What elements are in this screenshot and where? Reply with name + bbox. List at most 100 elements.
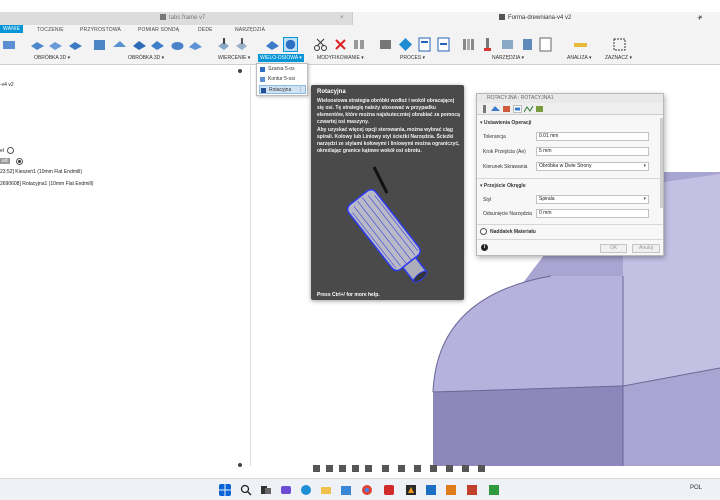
face-icon[interactable] xyxy=(30,37,45,52)
menu-item-rotary[interactable]: Rotacyjna ⋮ xyxy=(259,85,306,94)
group-drilling[interactable]: WIERCENIE ▾ xyxy=(218,55,250,61)
pin-icon[interactable] xyxy=(238,463,242,467)
multiaxis-icon[interactable] xyxy=(283,37,298,52)
grid-icon[interactable] xyxy=(398,465,405,472)
tab-narzedzia[interactable]: NARZĘDZIA xyxy=(235,27,265,33)
pin-icon[interactable] xyxy=(238,69,242,73)
template-icon[interactable] xyxy=(538,37,553,52)
search-icon[interactable] xyxy=(240,484,252,496)
cutting-direction-select[interactable]: Obróbka w Dwie Strony ▾ xyxy=(536,162,649,171)
machine-icon[interactable] xyxy=(500,37,515,52)
group-analysis[interactable]: ANALIZA ▾ xyxy=(567,55,591,61)
acrobat-icon[interactable] xyxy=(383,484,395,496)
tab-frezowanie[interactable]: WANIE xyxy=(0,25,24,33)
group-process[interactable]: PROCES ▾ xyxy=(400,55,425,61)
pocket-3d-icon[interactable] xyxy=(112,37,127,52)
tolerance-field[interactable]: 0.01 mm xyxy=(536,132,649,141)
browser-row[interactable]: el xyxy=(0,147,14,154)
visibility-radio[interactable] xyxy=(6,147,14,154)
tab-linking-icon[interactable] xyxy=(524,105,533,113)
stock-allowance-toggle[interactable]: Naddatek Materiału xyxy=(480,228,536,235)
active-radio[interactable] xyxy=(16,158,23,165)
effects-icon[interactable] xyxy=(478,465,485,472)
tab-geometry-icon[interactable] xyxy=(491,105,500,113)
delete-icon[interactable] xyxy=(333,37,348,52)
nc-program-icon[interactable] xyxy=(417,37,432,52)
tool-library-icon[interactable] xyxy=(461,37,476,52)
setup-sheet-icon[interactable] xyxy=(436,37,451,52)
tool-icon[interactable] xyxy=(480,37,495,52)
section-operation-settings[interactable]: ▾ Ustawienia Operacji xyxy=(480,120,531,126)
select-window-icon[interactable] xyxy=(612,37,627,52)
edge-icon[interactable] xyxy=(300,484,312,496)
cancel-button[interactable]: Anuluj xyxy=(632,244,660,253)
scissors-icon[interactable] xyxy=(313,37,328,52)
holder-icon[interactable] xyxy=(520,37,535,52)
menu-item-swarf[interactable]: Szarsa 5-os xyxy=(259,65,306,74)
chrome-icon[interactable] xyxy=(361,484,373,496)
scallop-icon[interactable] xyxy=(170,37,185,52)
adaptive-3d-icon[interactable] xyxy=(92,37,107,52)
operation-row-rotary[interactable]: 2690608] Rotacyjna1 (10mm Flat Endmill) xyxy=(0,181,93,187)
group-2d-milling[interactable]: OBRÓBKA 2D ▾ xyxy=(34,55,70,61)
display-settings-icon[interactable] xyxy=(382,465,389,472)
document-tab-tabs-frame[interactable]: tabs frame v7 × xyxy=(0,12,352,25)
adaptive-2d-icon[interactable] xyxy=(48,37,63,52)
viewports-icon[interactable] xyxy=(414,465,421,472)
new-tab-button[interactable]: + xyxy=(697,12,702,25)
style-select[interactable]: Spirala ▾ xyxy=(536,195,649,204)
more-options-icon[interactable]: ⋮ xyxy=(298,86,303,95)
parallel-icon[interactable] xyxy=(132,37,147,52)
zoom-icon[interactable] xyxy=(352,465,359,472)
environment-icon[interactable] xyxy=(462,465,469,472)
drill-icon[interactable] xyxy=(216,37,231,52)
pattern-icon[interactable] xyxy=(352,37,367,52)
tab-przyrostowa[interactable]: PRZYROSTOWA xyxy=(80,27,121,33)
fusion-icon[interactable] xyxy=(405,484,417,496)
checkbox-icon[interactable] xyxy=(480,228,487,235)
section-icon[interactable] xyxy=(446,465,453,472)
fit-icon[interactable] xyxy=(365,465,372,472)
post-process-icon[interactable] xyxy=(398,37,413,52)
camera-icon[interactable] xyxy=(430,465,437,472)
start-icon[interactable] xyxy=(219,484,231,496)
info-icon[interactable]: i xyxy=(481,244,488,251)
contour-icon[interactable] xyxy=(150,37,165,52)
tab-simulation-icon[interactable] xyxy=(535,105,544,113)
app-icon[interactable] xyxy=(445,484,457,496)
tab-heights-icon[interactable] xyxy=(502,105,511,113)
dialog-scrollbar[interactable] xyxy=(660,118,663,208)
tab-toczenie[interactable]: TOCZENIE xyxy=(37,27,64,33)
group-multiaxis[interactable]: WIELO-OSIOWA ▾ xyxy=(258,54,304,62)
app-icon[interactable] xyxy=(425,484,437,496)
document-tab-forma-drewniana[interactable]: Forma-drewniana-v4 v2 × xyxy=(352,12,720,25)
section-circular-pass[interactable]: ▾ Przejście Okręgle xyxy=(480,183,526,189)
setup-icon[interactable] xyxy=(2,37,17,52)
group-tools[interactable]: NARZĘDZIA ▾ xyxy=(492,55,524,61)
look-at-icon[interactable] xyxy=(326,465,333,472)
pan-icon[interactable] xyxy=(339,465,346,472)
store-icon[interactable] xyxy=(340,484,352,496)
app-icon[interactable] xyxy=(488,484,500,496)
simulate-icon[interactable] xyxy=(378,37,393,52)
tab-passes-icon[interactable] xyxy=(513,105,522,113)
chat-icon[interactable] xyxy=(280,484,292,496)
app-icon[interactable] xyxy=(466,484,478,496)
tab-tool-icon[interactable] xyxy=(480,105,489,113)
browser-row-selected[interactable]: ed xyxy=(0,158,10,164)
group-select[interactable]: ZAZNACZ ▾ xyxy=(605,55,632,61)
tab-pomiar-sonda[interactable]: POMIAR SONDĄ xyxy=(138,27,179,33)
operation-row-pocket[interactable]: 23:52] Kieszeń1 (10mm Flat Endmill) xyxy=(0,169,82,175)
language-indicator[interactable]: POL xyxy=(690,485,702,491)
pocket-2d-icon[interactable] xyxy=(68,37,83,52)
menu-item-multiaxis-contour[interactable]: Kontur 5-osi xyxy=(259,75,306,84)
tab-dede[interactable]: DEDE xyxy=(198,27,213,33)
ok-button[interactable]: OK xyxy=(600,244,627,253)
close-tab-button[interactable]: × xyxy=(340,12,344,25)
measure-icon[interactable] xyxy=(573,37,588,52)
orbit-icon[interactable] xyxy=(313,465,320,472)
task-view-icon[interactable] xyxy=(260,484,272,496)
swarf-icon[interactable] xyxy=(265,37,280,52)
pencil-icon[interactable] xyxy=(188,37,203,52)
stepover-field[interactable]: 5 mm xyxy=(536,147,649,156)
